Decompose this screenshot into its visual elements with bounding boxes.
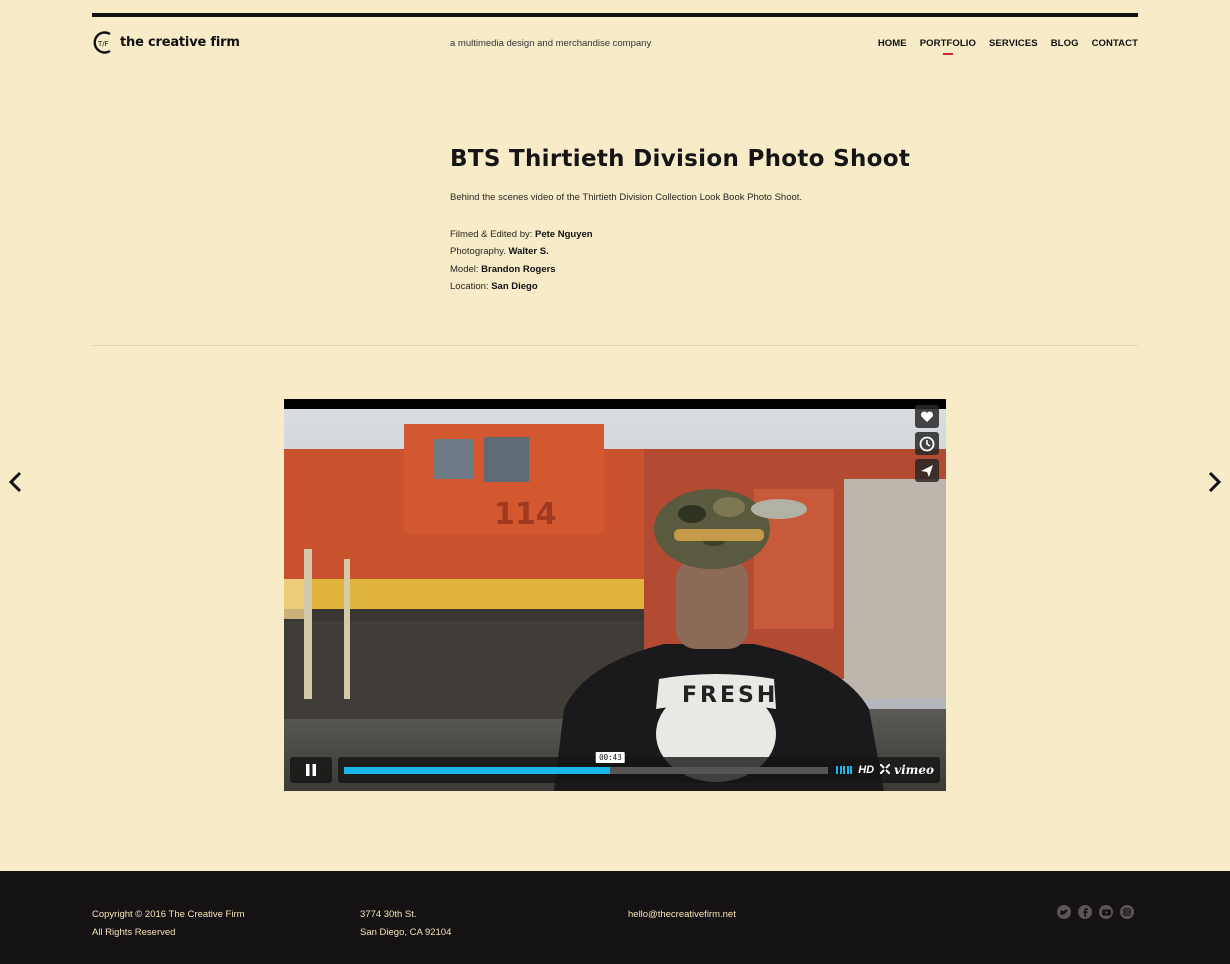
youtube-icon[interactable] [1099,905,1113,919]
fullscreen-icon[interactable] [879,761,891,779]
shirt-text: FRESH [682,683,778,708]
nav-portfolio[interactable]: PORTFOLIO [920,38,976,49]
footer-copyright: Copyright © 2016 The Creative Firm All R… [92,909,245,938]
footer-address: 3774 30th St. San Diego, CA 92104 [360,909,452,938]
progress-fill [344,766,611,774]
project-credits: Filmed & Edited by: Pete Nguyen Photogra… [450,226,593,295]
train-number: 114 [494,497,557,532]
twitter-icon[interactable] [1057,905,1071,919]
timecode: 00:43 [596,751,625,763]
volume-icon[interactable] [836,766,853,774]
nav-services[interactable]: SERVICES [989,38,1038,49]
nav-contact[interactable]: CONTACT [1092,38,1138,49]
video-player[interactable]: 114 FRESH 00:43 HD vimeo [284,399,946,791]
credit-row: Photography. Walter S. [450,246,549,258]
social-links [1057,905,1134,919]
svg-text:T/F: T/F [97,40,109,48]
video-frame[interactable]: 114 FRESH [284,409,946,791]
progress-container: 00:43 HD vimeo [338,751,940,783]
player-controls: 00:43 HD vimeo [290,751,940,783]
nav-blog[interactable]: BLOG [1051,38,1079,49]
instagram-icon[interactable] [1120,905,1134,919]
nav-home[interactable]: HOME [878,38,907,49]
site-logo[interactable]: T/F the creative firm [92,30,240,55]
player-side-buttons [915,405,939,482]
project-description: Behind the scenes video of the Thirtieth… [450,192,803,203]
progress-bar[interactable]: 00:43 [344,751,829,774]
section-divider [92,345,1138,346]
site-footer: Copyright © 2016 The Creative Firm All R… [0,871,1230,964]
pause-icon [306,764,317,776]
footer-email[interactable]: hello@thecreativefirm.net [628,906,736,924]
top-rule [92,13,1138,17]
share-send-icon[interactable] [915,459,939,482]
facebook-icon[interactable] [1078,905,1092,919]
logo-text: the creative firm [120,35,240,50]
credit-row: Location: San Diego [450,280,538,292]
hd-toggle[interactable]: HD [858,764,874,776]
site-tagline: a multimedia design and merchandise comp… [450,38,652,49]
prev-project-arrow-icon[interactable] [6,470,26,494]
page-title: BTS Thirtieth Division Photo Shoot [450,146,911,172]
watch-later-clock-icon[interactable] [915,432,939,455]
credit-row: Filmed & Edited by: Pete Nguyen [450,229,593,240]
like-heart-icon[interactable] [915,405,939,428]
credit-row: Model: Brandon Rogers [450,263,556,275]
pause-button[interactable] [290,757,333,783]
vimeo-logo[interactable]: vimeo [894,763,934,777]
main-nav: HOME PORTFOLIO SERVICES BLOG CONTACT [878,38,1138,49]
logo-mark-icon: T/F [92,30,114,55]
next-project-arrow-icon[interactable] [1204,470,1224,494]
